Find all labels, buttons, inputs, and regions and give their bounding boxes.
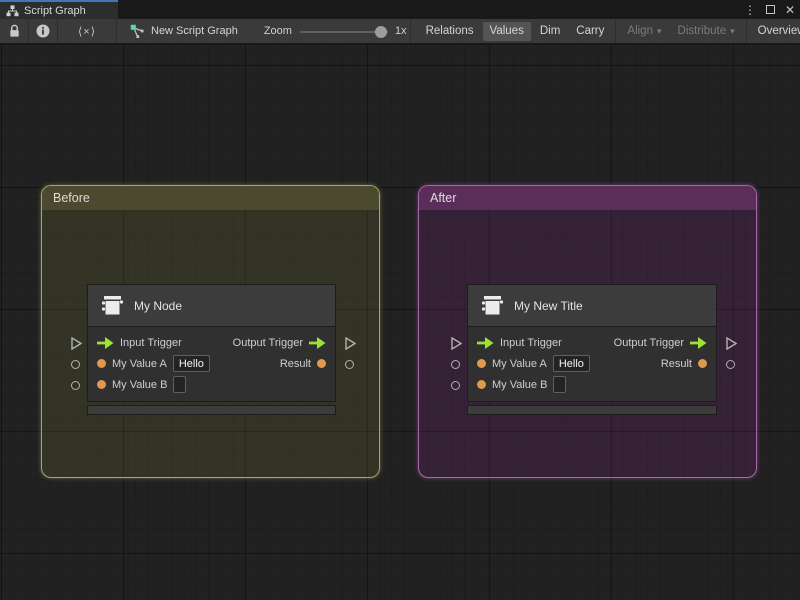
node-title: My New Title	[514, 298, 583, 313]
align-label: Align	[627, 24, 653, 37]
group-after[interactable]: After My New Title Input Trigger Output …	[418, 185, 757, 478]
port-row-trigger: Input Trigger Output Trigger	[468, 332, 716, 353]
unit-icon	[480, 294, 504, 317]
result-label: Result	[660, 357, 692, 370]
node-body: Input Trigger Output Trigger My Value A	[468, 327, 716, 401]
lock-icon	[8, 24, 21, 38]
value-port-icon[interactable]	[477, 359, 486, 368]
external-value-port[interactable]	[71, 381, 80, 390]
distribute-button[interactable]: Distribute ▾	[671, 22, 742, 41]
relations-button[interactable]: Relations	[419, 22, 481, 41]
graph-canvas[interactable]: Before My Node Input Trigger Output Trig…	[0, 45, 800, 600]
zoom-slider[interactable]	[299, 19, 388, 43]
zoom-label: Zoom	[263, 25, 292, 37]
graph-icon	[130, 24, 145, 38]
exec-arrow-icon[interactable]	[309, 336, 326, 349]
chevron-down-icon: ▾	[730, 25, 735, 36]
value-port-icon[interactable]	[317, 359, 326, 368]
input-trigger-label: Input Trigger	[500, 336, 562, 349]
distribute-label: Distribute	[677, 24, 727, 37]
view-buttons: Relations Values Dim Carry Align ▾ Distr…	[418, 19, 800, 43]
values-button[interactable]: Values	[482, 21, 531, 41]
external-value-port[interactable]	[451, 381, 460, 390]
graph-name-label: New Script Graph	[151, 25, 238, 37]
external-value-port[interactable]	[451, 360, 460, 369]
node-my-node[interactable]: My Node Input Trigger Output Trigger My …	[87, 284, 336, 415]
window-controls: ⋮ ✕	[744, 0, 795, 19]
port-row-value-a: My Value A Hello Result	[468, 353, 716, 374]
value-b-input[interactable]	[553, 376, 567, 393]
node-header[interactable]: My New Title	[468, 285, 716, 327]
value-port-icon[interactable]	[477, 380, 486, 389]
value-a-label: My Value A	[492, 357, 547, 370]
lock-button[interactable]	[0, 19, 28, 43]
zoom-value: 1x	[394, 25, 407, 37]
info-button[interactable]	[29, 19, 57, 43]
group-title: After	[430, 191, 457, 205]
graph-name-section: New Script Graph	[130, 24, 238, 38]
carry-button[interactable]: Carry	[569, 22, 611, 41]
graph-toolbar: ⟨×⟩ New Script Graph Zoom 1x Relations V…	[0, 19, 800, 44]
external-value-port[interactable]	[71, 360, 80, 369]
maximize-icon[interactable]	[765, 5, 775, 14]
value-a-input[interactable]: Hello	[552, 355, 590, 372]
overview-button[interactable]: Overview	[751, 22, 800, 41]
exec-arrow-icon[interactable]	[690, 336, 707, 349]
chevron-down-icon: ▾	[656, 25, 662, 36]
output-trigger-label: Output Trigger	[613, 336, 684, 349]
close-icon[interactable]: ✕	[785, 3, 795, 17]
code-icon: ⟨×⟩	[77, 25, 96, 38]
group-title: Before	[53, 191, 90, 205]
group-before-header[interactable]: Before	[42, 186, 379, 210]
value-port-icon[interactable]	[97, 380, 106, 389]
exec-arrow-icon[interactable]	[477, 336, 494, 349]
external-value-port[interactable]	[726, 360, 735, 369]
output-trigger-label: Output Trigger	[232, 336, 303, 349]
external-exec-port[interactable]	[451, 337, 462, 350]
toolbar-separator	[615, 19, 617, 43]
input-trigger-label: Input Trigger	[120, 336, 182, 349]
unit-icon	[100, 294, 124, 317]
group-after-header[interactable]: After	[419, 186, 756, 210]
toolbar-separator	[409, 19, 411, 43]
group-before[interactable]: Before My Node Input Trigger Output Trig…	[41, 185, 380, 478]
exec-arrow-icon[interactable]	[97, 336, 114, 349]
external-value-port[interactable]	[345, 360, 354, 369]
value-b-input[interactable]	[173, 376, 187, 393]
external-exec-port[interactable]	[345, 337, 356, 350]
node-body: Input Trigger Output Trigger My Value A	[88, 327, 335, 401]
value-port-icon[interactable]	[698, 359, 707, 368]
result-label: Result	[279, 357, 311, 370]
node-footer	[87, 405, 336, 415]
value-a-label: My Value A	[112, 357, 167, 370]
menu-icon[interactable]: ⋮	[744, 3, 756, 17]
value-b-label: My Value B	[112, 378, 168, 391]
value-a-input[interactable]: Hello	[172, 355, 210, 372]
port-row-value-b: My Value B	[88, 374, 335, 395]
toolbar-separator	[116, 19, 117, 43]
script-graph-window: Script Graph ⋮ ✕ ⟨×⟩ New Script Graph Zo…	[0, 0, 800, 600]
tab-script-graph[interactable]: Script Graph	[0, 0, 118, 19]
value-b-label: My Value B	[492, 378, 548, 391]
node-footer	[467, 405, 717, 415]
node-title: My Node	[134, 298, 183, 313]
node-my-new-title[interactable]: My New Title Input Trigger Output Trigge…	[467, 284, 717, 415]
tab-bar: Script Graph ⋮ ✕	[0, 0, 800, 19]
port-row-trigger: Input Trigger Output Trigger	[88, 332, 335, 353]
code-preview-button[interactable]: ⟨×⟩	[58, 19, 116, 43]
align-button[interactable]: Align ▾	[620, 22, 668, 41]
zoom-slider-handle[interactable]	[374, 25, 387, 38]
port-row-value-b: My Value B	[468, 374, 716, 395]
tab-label: Script Graph	[24, 4, 86, 17]
external-exec-port[interactable]	[726, 337, 737, 350]
value-port-icon[interactable]	[97, 359, 106, 368]
port-row-value-a: My Value A Hello Result	[88, 353, 335, 374]
node-header[interactable]: My Node	[88, 285, 335, 327]
hierarchy-icon	[6, 4, 19, 17]
toolbar-separator	[745, 19, 747, 43]
dim-button[interactable]: Dim	[533, 22, 567, 41]
info-icon	[36, 24, 50, 38]
external-exec-port[interactable]	[71, 337, 82, 350]
